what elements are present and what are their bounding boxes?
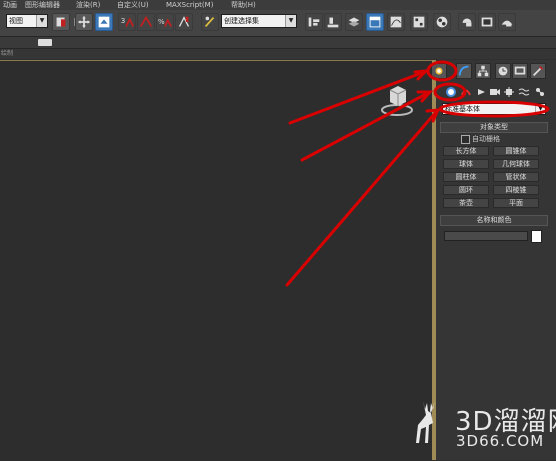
geometry-highlight-circle (433, 82, 467, 102)
create-tab-highlight-circle (426, 60, 458, 82)
arrow-to-geometry (300, 91, 430, 162)
dropdown-highlight-circle (438, 100, 550, 118)
deer-logo-icon (416, 401, 435, 443)
arrow-to-create-tab (288, 70, 426, 125)
arrow-to-dropdown (285, 110, 438, 287)
annotation-overlay (285, 60, 550, 287)
watermark-domain: 3D66.COM (456, 432, 545, 450)
